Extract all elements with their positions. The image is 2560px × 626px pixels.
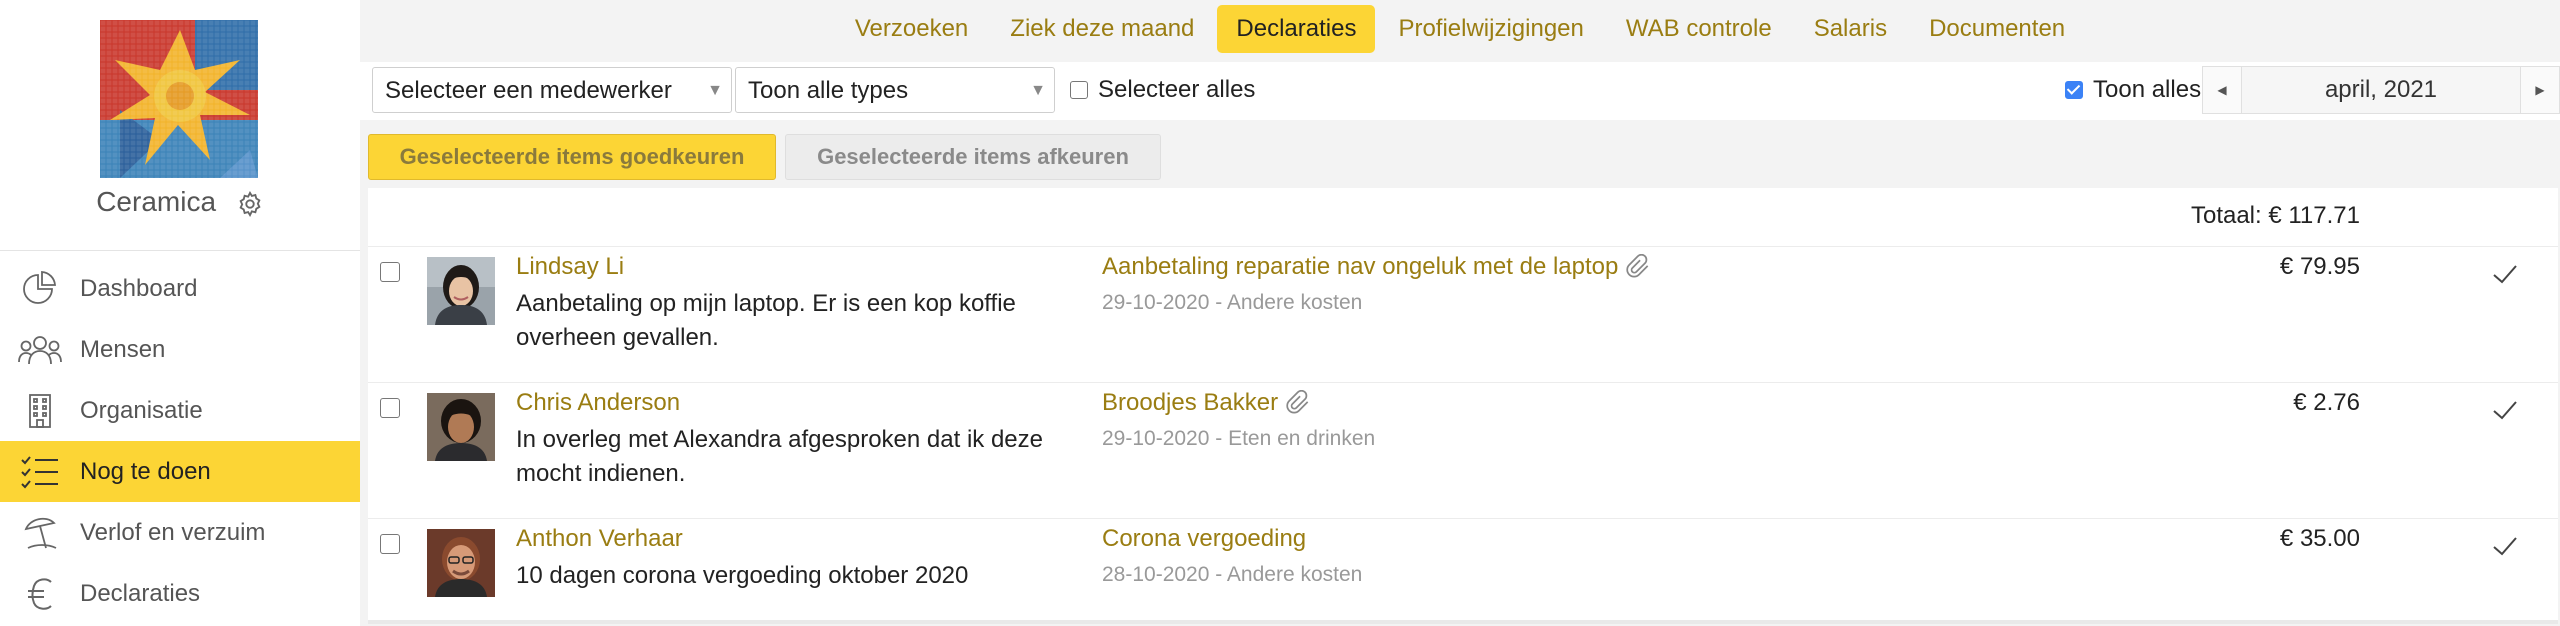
next-month-button[interactable]: ▶ (2520, 66, 2560, 114)
reject-selected-button[interactable]: Geselecteerde items afkeuren (785, 134, 1161, 180)
tab-declaraties[interactable]: Declaraties (1217, 5, 1376, 53)
approve-selected-button[interactable]: Geselecteerde items goedkeuren (368, 134, 776, 180)
show-all-toggle[interactable]: Toon alles (2065, 76, 2201, 104)
euro-icon (18, 576, 62, 612)
avatar (427, 393, 495, 461)
company-name: Ceramica (96, 186, 217, 217)
select-all-toggle[interactable]: Selecteer alles (1070, 76, 1255, 104)
checkmark-icon[interactable] (2490, 259, 2520, 289)
checkmark-icon[interactable] (2490, 531, 2520, 561)
show-all-label: Toon alles (2093, 76, 2202, 103)
avatar (427, 257, 495, 325)
sidebar-item-label: Mensen (80, 335, 166, 363)
checkmark-icon[interactable] (2490, 395, 2520, 425)
expense-amount: € 2.76 (2293, 389, 2360, 416)
beach-umbrella-icon (18, 515, 62, 551)
sidebar-item-declaraties[interactable]: Declaraties (0, 563, 360, 624)
sidebar-item-dashboard[interactable]: Dashboard (0, 258, 360, 319)
sidebar-item-nog-te-doen[interactable]: Nog te doen (0, 441, 360, 502)
type-select[interactable]: Toon alle types ▼ (735, 67, 1055, 113)
expense-meta: 28-10-2020 - Andere kosten (1102, 563, 1363, 586)
row-checkbox[interactable] (380, 534, 400, 554)
employee-select-value: Selecteer een medewerker (385, 77, 672, 104)
company-logo (100, 20, 258, 178)
tab-ziek-deze-maand[interactable]: Ziek deze maand (991, 5, 1213, 53)
tab-wab-controle[interactable]: WAB controle (1607, 5, 1791, 53)
list-bottom-border (368, 620, 2558, 624)
expense-title[interactable]: Aanbetaling reparatie nav ongeluk met de… (1102, 253, 1618, 281)
list-item: Anthon Verhaar 10 dagen corona vergoedin… (368, 518, 2558, 621)
sidebar-item-label: Nog te doen (80, 457, 211, 485)
sidebar-item-verlof-en-verzuim[interactable]: Verlof en verzuim (0, 502, 360, 563)
expense-note: Aanbetaling op mijn laptop. Er is een ko… (516, 290, 1016, 351)
sidebar-item-mensen[interactable]: Mensen (0, 319, 360, 380)
paperclip-icon[interactable] (1286, 389, 1312, 416)
sidebar-item-label: Dashboard (80, 274, 198, 302)
month-navigator: ◀ april, 2021 ▶ (2202, 66, 2560, 114)
select-all-checkbox[interactable] (1070, 81, 1088, 99)
sidebar: Ceramica Dashboard Mensen Organisatie No… (0, 0, 360, 626)
previous-month-button[interactable]: ◀ (2202, 66, 2242, 114)
top-tabs: Verzoeken Ziek deze maand Declaraties Pr… (360, 0, 2560, 58)
row-checkbox[interactable] (380, 262, 400, 282)
expense-list: Totaal: € 117.71 Lindsay Li Aanbetaling … (368, 188, 2558, 624)
building-icon (18, 393, 62, 429)
sidebar-item-organisatie[interactable]: Organisatie (0, 380, 360, 441)
gear-icon[interactable] (236, 190, 264, 218)
paperclip-icon[interactable] (1626, 253, 1652, 280)
expense-title-link[interactable]: Broodjes Bakker (1102, 389, 1312, 417)
list-item: Lindsay Li Aanbetaling op mijn laptop. E… (368, 246, 2558, 383)
filter-bar: Selecteer een medewerker ▼ Toon alle typ… (360, 62, 2560, 120)
month-label[interactable]: april, 2021 (2242, 66, 2520, 114)
avatar (427, 529, 495, 597)
list-item: Chris Anderson In overleg met Alexandra … (368, 382, 2558, 519)
sidebar-divider (0, 250, 360, 251)
type-select-value: Toon alle types (748, 77, 909, 104)
checklist-icon (18, 454, 62, 490)
sidebar-item-label: Organisatie (80, 396, 203, 424)
employee-select[interactable]: Selecteer een medewerker ▼ (372, 67, 732, 113)
employee-name[interactable]: Chris Anderson (516, 389, 680, 417)
tab-documenten[interactable]: Documenten (1910, 5, 2084, 53)
show-all-checkbox[interactable] (2065, 81, 2083, 99)
expense-amount: € 35.00 (2279, 525, 2360, 552)
people-icon (18, 332, 62, 368)
sidebar-nav: Dashboard Mensen Organisatie Nog te doen… (0, 258, 360, 624)
expense-meta: 29-10-2020 - Eten en drinken (1102, 427, 1376, 450)
expense-meta: 29-10-2020 - Andere kosten (1102, 291, 1363, 314)
caret-left-icon: ◀ (2217, 83, 2227, 97)
tab-profielwijzigingen[interactable]: Profielwijzigingen (1379, 5, 1602, 53)
row-checkbox[interactable] (380, 398, 400, 418)
expense-title[interactable]: Corona vergoeding (1102, 525, 1306, 553)
expense-note: 10 dagen corona vergoeding oktober 2020 (516, 562, 969, 589)
caret-right-icon: ▶ (2535, 83, 2545, 97)
expense-note: In overleg met Alexandra afgesproken dat… (516, 426, 1043, 487)
expense-title-link[interactable]: Corona vergoeding (1102, 525, 1306, 553)
pie-chart-icon (18, 270, 62, 307)
expense-amount: € 79.95 (2279, 253, 2360, 280)
tab-verzoeken[interactable]: Verzoeken (836, 5, 987, 53)
select-all-label: Selecteer alles (1098, 76, 1256, 103)
dropdown-arrow-icon: ▼ (1030, 82, 1046, 99)
company-name-row: Ceramica (0, 186, 360, 218)
dropdown-arrow-icon: ▼ (707, 82, 723, 99)
expense-title[interactable]: Broodjes Bakker (1102, 389, 1278, 417)
expense-title-link[interactable]: Aanbetaling reparatie nav ongeluk met de… (1102, 253, 1652, 281)
employee-name[interactable]: Anthon Verhaar (516, 525, 683, 553)
total-amount: Totaal: € 117.71 (2190, 202, 2360, 229)
sidebar-item-label: Verlof en verzuim (80, 518, 266, 546)
sidebar-item-label: Declaraties (80, 579, 201, 607)
tab-salaris[interactable]: Salaris (1795, 5, 1906, 53)
main-content: Verzoeken Ziek deze maand Declaraties Pr… (360, 0, 2560, 626)
employee-name[interactable]: Lindsay Li (516, 253, 624, 281)
